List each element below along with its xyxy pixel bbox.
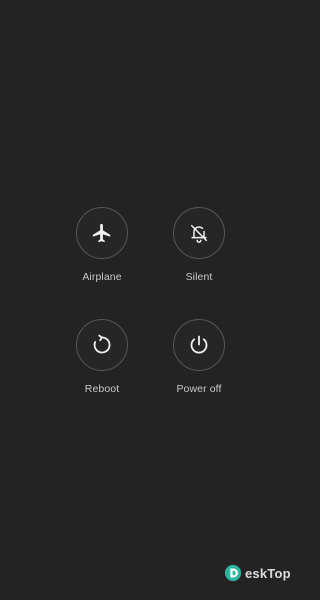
reboot-circle[interactable] — [76, 319, 128, 371]
power-off-circle[interactable] — [173, 319, 225, 371]
desktop-logo-icon — [224, 564, 242, 582]
airplane-button[interactable]: Airplane — [47, 207, 157, 283]
watermark-text: eskTop — [245, 565, 291, 581]
reboot-label: Reboot — [84, 383, 120, 395]
airplane-icon — [92, 223, 111, 243]
reboot-icon — [93, 334, 111, 354]
power-icon — [190, 335, 208, 354]
silent-label: Silent — [185, 271, 213, 283]
power-menu-screen: Airplane Silent Reboot Power off eskTop — [0, 0, 300, 600]
airplane-circle[interactable] — [76, 207, 128, 259]
power-off-button[interactable]: Power off — [144, 319, 254, 395]
reboot-button[interactable]: Reboot — [47, 319, 157, 395]
watermark: eskTop — [224, 564, 291, 582]
power-off-label: Power off — [176, 383, 222, 395]
airplane-label: Airplane — [82, 271, 122, 283]
silent-circle[interactable] — [173, 207, 225, 259]
bell-off-icon — [190, 224, 208, 243]
silent-button[interactable]: Silent — [144, 207, 254, 283]
